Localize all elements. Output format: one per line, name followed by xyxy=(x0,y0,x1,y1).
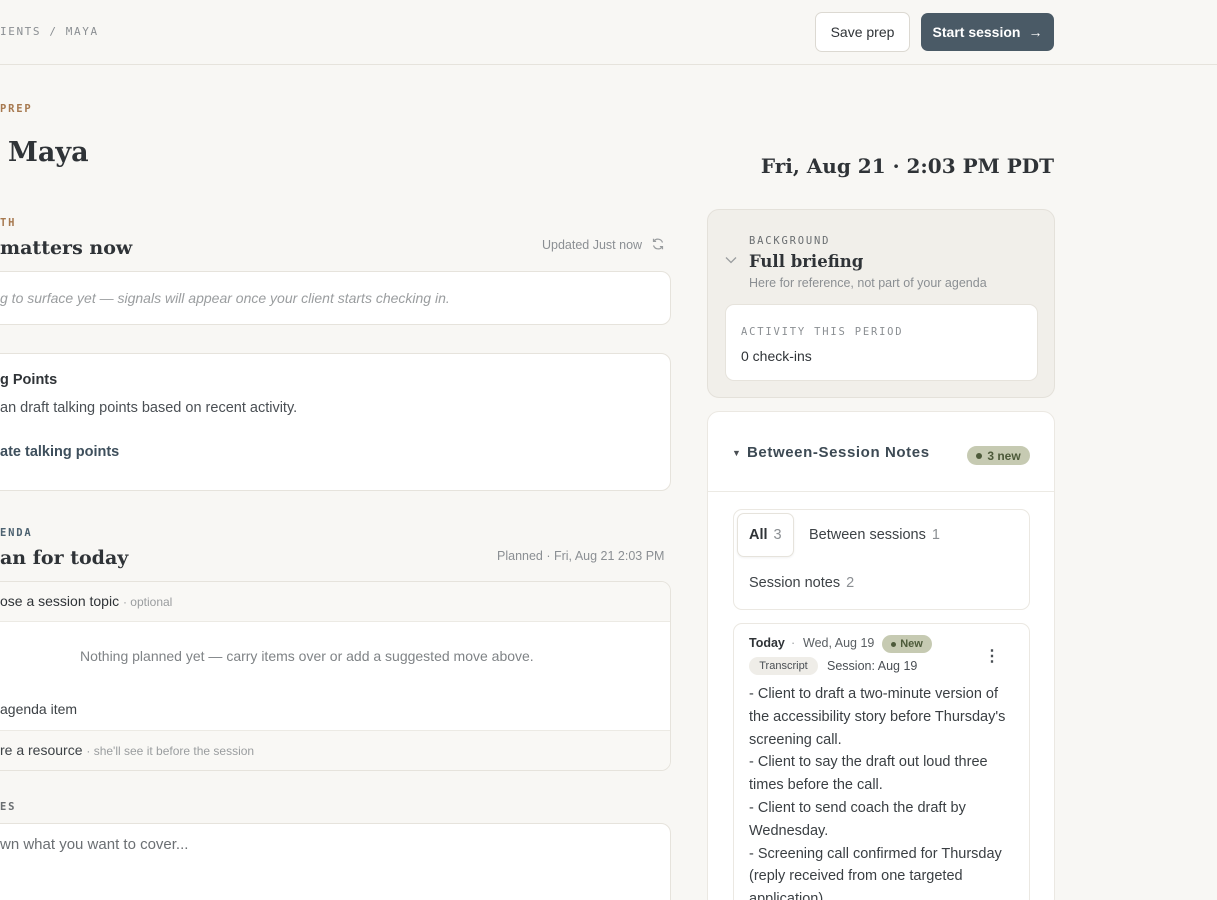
entry-line: - Client to draft a two-minute version o… xyxy=(749,686,1006,748)
entry-body: - Client to draft a two-minute version o… xyxy=(749,683,1019,900)
signals-eyebrow: TH xyxy=(0,217,17,229)
agenda-title: an for today xyxy=(0,547,129,569)
generate-talking-points-link[interactable]: ate talking points xyxy=(0,444,119,460)
share-resource-label: re a resource xyxy=(0,742,83,758)
filter-label: All xyxy=(749,527,768,543)
entry-line: - Screening call confirmed for Thursday … xyxy=(749,845,1002,900)
agenda-planned-meta: Planned · Fri, Aug 21 2:03 PM xyxy=(497,549,665,563)
background-eyebrow: BACKGROUND xyxy=(749,235,831,247)
filter-tab-session-notes[interactable]: Session notes 2 xyxy=(749,575,854,591)
more-options-icon[interactable]: ⋮ xyxy=(984,646,1000,666)
filter-count: 1 xyxy=(931,527,940,543)
signals-empty-text: g to surface yet — signals will appear o… xyxy=(0,290,450,306)
agenda-empty-text: Nothing planned yet — carry items over o… xyxy=(80,648,534,664)
entry-session: Session: Aug 19 xyxy=(827,659,918,673)
add-agenda-item-button[interactable]: agenda item xyxy=(0,701,77,717)
entry-line: - Client to send coach the draft by Wedn… xyxy=(749,799,966,839)
page-eyebrow: PREP xyxy=(0,103,33,115)
agenda-eyebrow: ENDA xyxy=(0,527,33,539)
new-count-badge: 3 new xyxy=(967,446,1030,465)
entry-date: Wed, Aug 19 xyxy=(803,636,875,650)
entry-type-label: Transcript xyxy=(759,660,808,672)
activity-value: 0 check-ins xyxy=(741,348,812,364)
dot-icon xyxy=(891,641,897,647)
background-subtitle: Here for reference, not part of your age… xyxy=(749,276,987,290)
filter-label: Session notes xyxy=(749,575,841,591)
session-topic-selector[interactable]: ose a session topic · optional xyxy=(0,593,172,609)
between-session-notes-title[interactable]: Between-Session Notes xyxy=(747,444,930,461)
save-prep-label: Save prep xyxy=(830,24,895,40)
save-prep-button[interactable]: Save prep xyxy=(815,12,910,52)
talking-points-description: an draft talking points based on recent … xyxy=(0,400,298,416)
start-session-label: Start session xyxy=(932,24,1021,40)
start-session-button[interactable]: Start session → xyxy=(921,13,1054,51)
refresh-icon[interactable] xyxy=(651,237,665,251)
entry-new-label: New xyxy=(900,638,923,650)
entry-day: Today xyxy=(749,636,785,650)
top-bar: IENTS / MAYA Save prep Start session → xyxy=(0,0,1217,65)
caret-down-icon[interactable]: ▼ xyxy=(732,448,741,458)
notes-input[interactable] xyxy=(0,823,671,900)
page-title: Maya xyxy=(8,137,89,168)
notes-placeholder: wn what you want to cover... xyxy=(0,836,189,853)
session-topic-label: ose a session topic xyxy=(0,593,120,609)
entry-line: - Client to say the draft out loud three… xyxy=(749,754,988,794)
optional-hint: · optional xyxy=(122,595,173,609)
talking-points-title: g Points xyxy=(0,372,58,388)
filter-tab-between-sessions[interactable]: Between sessions 1 xyxy=(809,527,940,543)
filter-count: 3 xyxy=(773,527,782,543)
background-title[interactable]: Full briefing xyxy=(749,252,863,271)
dot-icon xyxy=(976,452,983,459)
entry-new-badge: New xyxy=(882,635,932,653)
share-resource-hint: · she'll see it before the session xyxy=(86,744,255,758)
new-count-label: 3 new xyxy=(987,448,1021,463)
chevron-down-icon[interactable] xyxy=(725,252,737,267)
updated-status: Updated Just now xyxy=(542,238,643,252)
entry-separator: · xyxy=(791,636,796,650)
activity-label: ACTIVITY THIS PERIOD xyxy=(741,326,904,338)
session-datetime: Fri, Aug 21 · 2:03 PM PDT xyxy=(760,154,1054,178)
filter-count: 2 xyxy=(846,575,855,591)
share-resource-button[interactable]: re a resource · she'll see it before the… xyxy=(0,742,254,758)
filter-label: Between sessions xyxy=(809,527,926,543)
notes-eyebrow: ES xyxy=(0,801,17,813)
arrow-right-icon: → xyxy=(1028,24,1043,40)
talking-points-card xyxy=(0,353,671,491)
breadcrumb[interactable]: IENTS / MAYA xyxy=(0,25,99,38)
filter-tab-all[interactable]: All 3 xyxy=(749,527,782,543)
activity-card xyxy=(725,304,1038,381)
signals-title: matters now xyxy=(0,237,133,259)
entry-type-tag: Transcript xyxy=(749,657,818,675)
divider xyxy=(708,491,1054,492)
